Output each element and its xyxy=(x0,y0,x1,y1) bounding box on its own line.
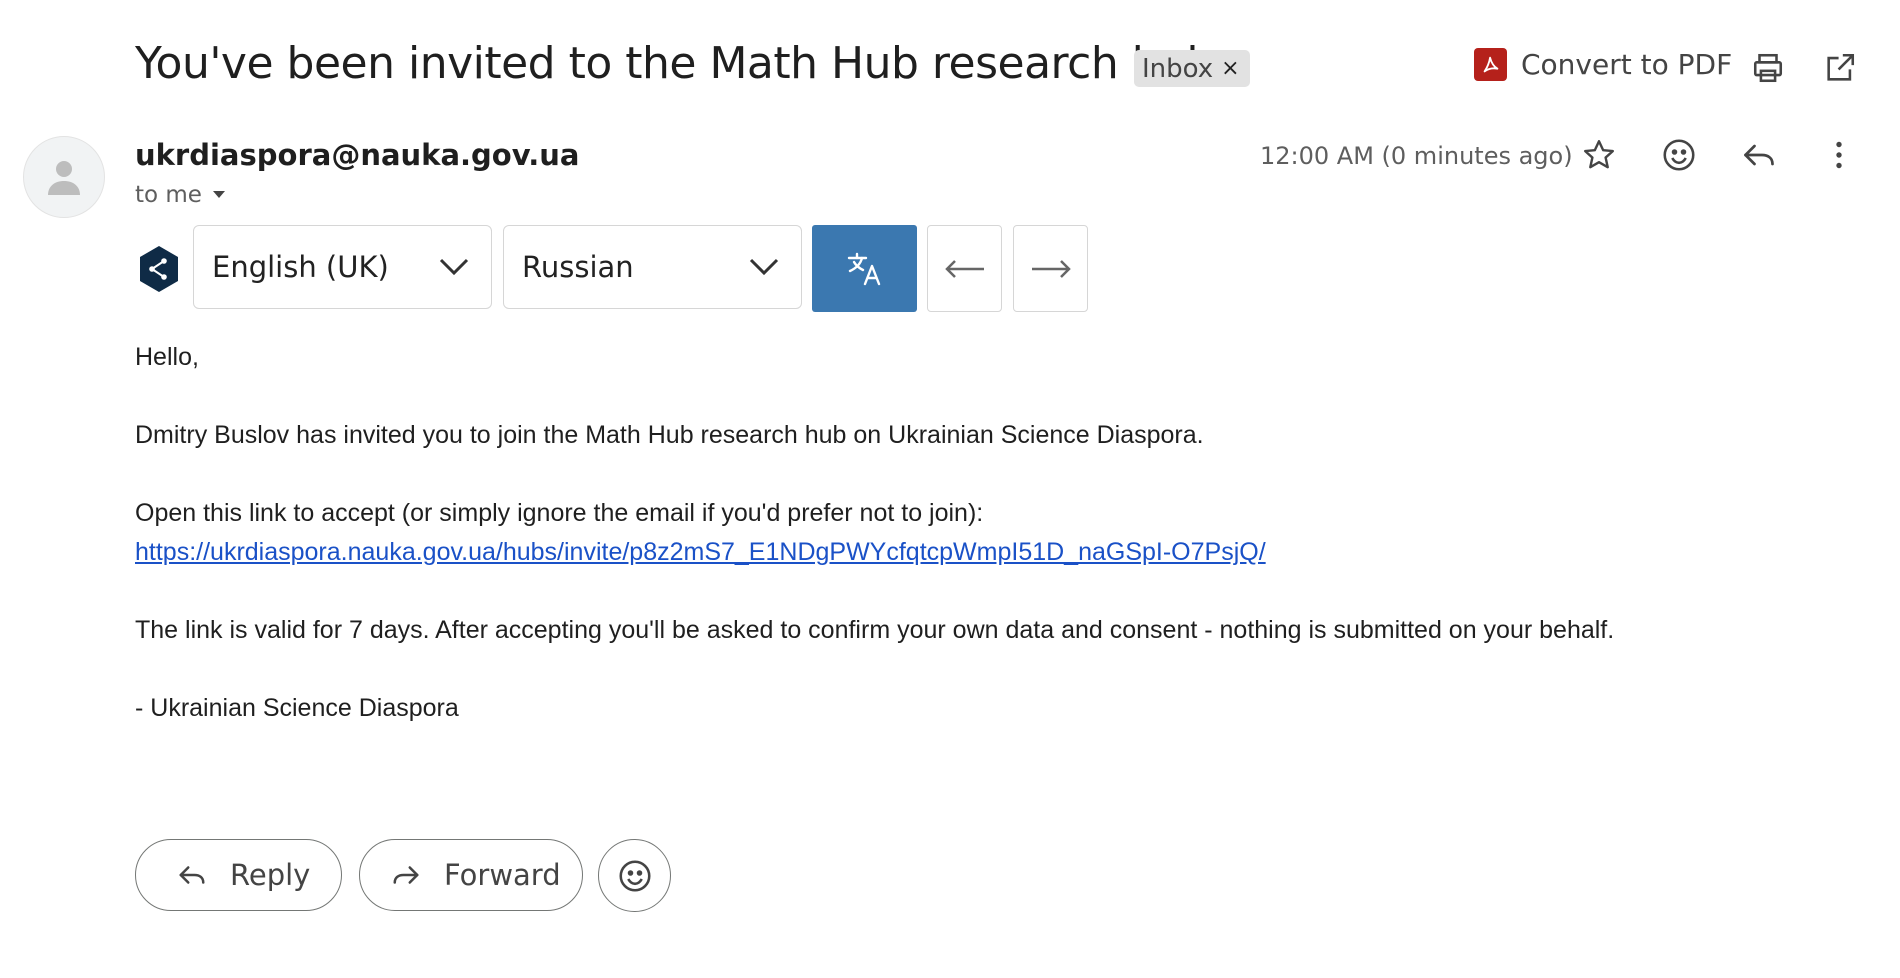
inbox-label-chip[interactable]: Inbox × xyxy=(1134,50,1250,87)
chevron-down-icon xyxy=(439,258,469,276)
sender-email: ukrdiaspora@nauka.gov.ua xyxy=(135,138,580,172)
email-timestamp: 12:00 AM (0 minutes ago) xyxy=(1260,142,1573,170)
convert-to-pdf-label: Convert to PDF xyxy=(1521,48,1733,81)
inbox-label-text: Inbox xyxy=(1142,53,1214,84)
invite-link[interactable]: https://ukrdiaspora.nauka.gov.ua/hubs/in… xyxy=(135,538,1266,567)
open-in-new-window-icon[interactable] xyxy=(1820,48,1860,88)
star-icon[interactable] xyxy=(1578,134,1620,176)
email-greeting: Hello, xyxy=(135,343,199,371)
target-language-value: Russian xyxy=(522,250,634,284)
reply-button[interactable]: Reply xyxy=(135,839,342,911)
arrow-left-icon xyxy=(944,259,984,278)
chevron-down-icon xyxy=(749,258,779,276)
reply-icon xyxy=(179,866,205,884)
forward-label: Forward xyxy=(444,858,561,892)
emoji-react-icon[interactable] xyxy=(1658,134,1700,176)
email-subject: You've been invited to the Math Hub rese… xyxy=(135,38,1214,89)
email-paragraph-accept: Open this link to accept (or simply igno… xyxy=(135,499,984,527)
emoji-icon xyxy=(618,859,651,892)
pdf-icon xyxy=(1474,48,1507,81)
person-icon xyxy=(48,161,80,195)
print-icon[interactable] xyxy=(1748,48,1788,88)
caret-down-icon xyxy=(212,191,225,198)
arrow-right-icon xyxy=(1031,259,1071,278)
remove-label-icon[interactable]: × xyxy=(1221,56,1239,81)
target-language-select[interactable]: Russian xyxy=(503,225,802,309)
emoji-reaction-button[interactable] xyxy=(598,839,671,912)
translate-button[interactable] xyxy=(812,225,917,312)
more-options-icon[interactable] xyxy=(1818,134,1860,176)
forward-icon xyxy=(393,866,419,884)
recipient-details-toggle[interactable]: to me xyxy=(135,182,226,208)
convert-to-pdf-button[interactable]: Convert to PDF xyxy=(1474,48,1732,81)
forward-button[interactable]: Forward xyxy=(359,839,583,911)
email-paragraph-invite: Dmitry Buslov has invited you to join th… xyxy=(135,421,1204,449)
reply-icon[interactable] xyxy=(1738,134,1780,176)
translate-icon xyxy=(847,252,880,285)
sender-avatar xyxy=(23,136,105,218)
previous-translation-button[interactable] xyxy=(927,225,1002,312)
recipient-label: to me xyxy=(135,182,202,208)
deepl-logo-icon xyxy=(138,245,180,293)
reply-label: Reply xyxy=(230,858,311,892)
source-language-value: English (UK) xyxy=(212,250,389,284)
source-language-select[interactable]: English (UK) xyxy=(193,225,492,309)
email-paragraph-validity: The link is valid for 7 days. After acce… xyxy=(135,616,1615,644)
email-signature: - Ukrainian Science Diaspora xyxy=(135,694,459,722)
next-translation-button[interactable] xyxy=(1013,225,1088,312)
